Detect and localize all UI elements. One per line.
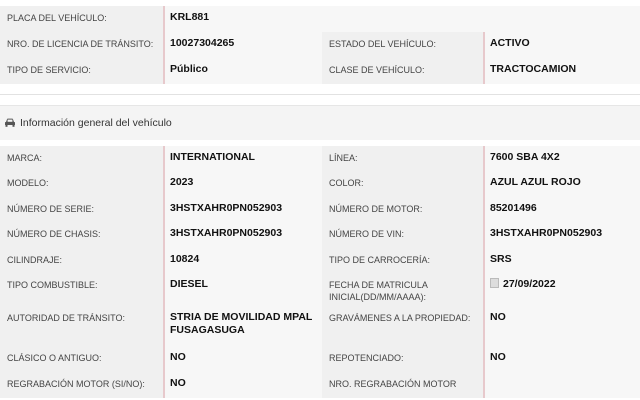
matricula-label-line1: FECHA DE MATRICULA [329,280,428,290]
modelo-value: 2023 [163,171,322,197]
regrabacion-label: REGRABACIÓN MOTOR (SI/NO): [0,372,163,398]
car-icon [5,118,15,127]
servicio-value: Público [163,58,322,84]
autoridad-value-line2: FUSAGASUGA [170,324,245,336]
licencia-label: NRO. DE LICENCIA DE TRÁNSITO: [0,32,163,58]
modelo-label: MODELO: [0,171,163,197]
carroceria-value: SRS [483,248,640,273]
autoridad-label: AUTORIDAD DE TRÁNSITO: [0,306,163,346]
row-placa: PLACA DEL VEHÍCULO: KRL881 [0,6,640,32]
motor-label: NÚMERO DE MOTOR: [322,197,483,222]
motor-value: 85201496 [483,197,640,222]
serie-label: NÚMERO DE SERIE: [0,197,163,222]
row-autoridad: AUTORIDAD DE TRÁNSITO: STRIA DE MOVILIDA… [0,306,640,346]
matricula-label-line2: INICIAL(DD/MM/AAAA): [329,292,427,302]
marca-label: MARCA: [0,146,163,171]
repotenciado-value: NO [483,346,640,372]
licencia-value: 10027304265 [163,32,322,58]
row-serie: NÚMERO DE SERIE: 3HSTXAHR0PN052903 NÚMER… [0,197,640,222]
combustible-value: DIESEL [163,273,322,306]
row-servicio: TIPO DE SERVICIO: Público CLASE DE VEHÍC… [0,58,640,84]
vin-label: NÚMERO DE VIN: [322,222,483,248]
placa-label: PLACA DEL VEHÍCULO: [0,6,163,32]
row-combustible: TIPO COMBUSTIBLE: DIESEL FECHA DE MATRIC… [0,273,640,306]
carroceria-label: TIPO DE CARROCERÍA: [322,248,483,273]
section-header-general[interactable]: Información general del vehículo [0,105,640,140]
marca-value: INTERNATIONAL [163,146,322,171]
calendar-icon [490,278,499,288]
nro-regrabacion-value [483,372,640,398]
clasico-value: NO [163,346,322,372]
row-licencia: NRO. DE LICENCIA DE TRÁNSITO: 1002730426… [0,32,640,58]
regrabacion-value: NO [163,372,322,398]
clase-value: TRACTOCAMION [483,58,640,84]
clase-label: CLASE DE VEHÍCULO: [322,58,483,84]
row-regrabacion: REGRABACIÓN MOTOR (SI/NO): NO NRO. REGRA… [0,372,640,398]
matricula-value: 27/09/2022 [503,278,556,290]
cilindraje-label: CILINDRAJE: [0,248,163,273]
clasico-label: CLÁSICO O ANTIGUO: [0,346,163,372]
autoridad-value: STRIA DE MOVILIDAD MPAL FUSAGASUGA [163,306,322,346]
servicio-label: TIPO DE SERVICIO: [0,58,163,84]
combustible-label: TIPO COMBUSTIBLE: [0,273,163,306]
row-clasico: CLÁSICO O ANTIGUO: NO REPOTENCIADO: NO [0,346,640,372]
matricula-label: FECHA DE MATRICULA INICIAL(DD/MM/AAAA): [322,273,483,306]
row-cilindraje: CILINDRAJE: 10824 TIPO DE CARROCERÍA: SR… [0,248,640,273]
nro-regrabacion-label: NRO. REGRABACIÓN MOTOR [322,372,483,398]
section-title: Información general del vehículo [20,117,172,129]
placa-value: KRL881 [163,6,640,32]
row-marca: MARCA: INTERNATIONAL LÍNEA: 7600 SBA 4X2 [0,146,640,171]
row-chasis: NÚMERO DE CHASIS: 3HSTXAHR0PN052903 NÚME… [0,222,640,248]
color-value: AZUL AZUL ROJO [483,171,640,197]
estado-label: ESTADO DEL VEHÍCULO: [322,32,483,58]
gravamenes-label: GRAVÁMENES A LA PROPIEDAD: [322,306,483,346]
estado-value: ACTIVO [483,32,640,58]
row-modelo: MODELO: 2023 COLOR: AZUL AZUL ROJO [0,171,640,197]
matricula-value-cell: 27/09/2022 [483,273,640,306]
cilindraje-value: 10824 [163,248,322,273]
linea-label: LÍNEA: [322,146,483,171]
linea-value: 7600 SBA 4X2 [483,146,640,171]
chasis-value: 3HSTXAHR0PN052903 [163,222,322,248]
repotenciado-label: REPOTENCIADO: [322,346,483,372]
vin-value: 3HSTXAHR0PN052903 [483,222,640,248]
serie-value: 3HSTXAHR0PN052903 [163,197,322,222]
gravamenes-value: NO [483,306,640,346]
chasis-label: NÚMERO DE CHASIS: [0,222,163,248]
divider [0,94,640,95]
autoridad-value-line1: STRIA DE MOVILIDAD MPAL [170,311,313,323]
color-label: COLOR: [322,171,483,197]
